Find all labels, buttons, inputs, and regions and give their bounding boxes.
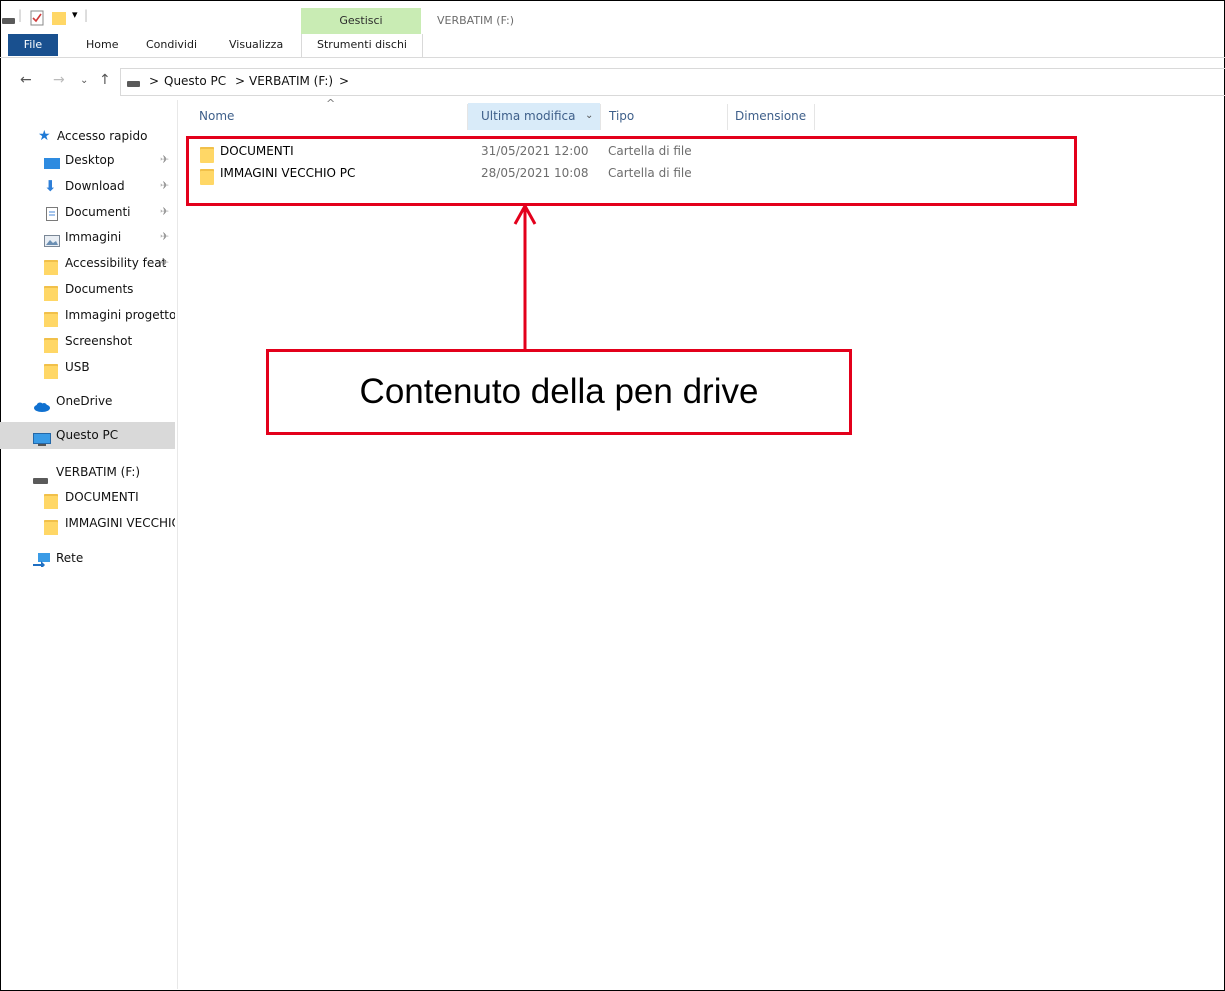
column-separator[interactable] xyxy=(727,104,728,130)
column-dropdown-icon[interactable]: ⌄ xyxy=(585,102,593,130)
sidebar-item-documenti[interactable]: Documenti ✈ xyxy=(0,200,175,224)
sidebar-item-label: USB xyxy=(65,360,90,374)
sidebar-item-download[interactable]: ⬇ Download ✈ xyxy=(0,174,175,198)
sidebar-item-documents[interactable]: Documents xyxy=(0,277,175,301)
column-separator[interactable] xyxy=(467,104,468,130)
sidebar-item-onedrive[interactable]: OneDrive xyxy=(0,389,175,413)
drive-icon xyxy=(33,469,49,484)
up-icon[interactable]: ↑ xyxy=(99,72,111,88)
sidebar-item-immagini-progetto[interactable]: Immagini progetto xyxy=(0,303,175,327)
highlight-rectangle xyxy=(186,136,1077,206)
computer-icon xyxy=(33,429,51,449)
address-bar-row: ← → ⌄ ↑ > Questo PC > VERBATIM (F:) > xyxy=(0,62,1225,100)
sidebar-item-network[interactable]: Rete xyxy=(0,546,175,570)
annotation-callout: Contenuto della pen drive xyxy=(266,349,852,435)
new-folder-icon[interactable] xyxy=(52,10,66,29)
column-header-name[interactable]: Nome xyxy=(199,102,234,130)
tab-file[interactable]: File xyxy=(8,34,58,56)
pin-icon[interactable]: ✈ xyxy=(160,251,169,275)
pin-icon[interactable]: ✈ xyxy=(160,174,169,198)
breadcrumb-drive[interactable]: VERBATIM (F:) xyxy=(249,74,333,88)
star-icon: ★ xyxy=(38,128,51,144)
folder-icon xyxy=(44,359,58,379)
folder-icon xyxy=(44,255,58,275)
navigation-pane: ★ Accesso rapido Desktop ✈ ⬇ Download ✈ … xyxy=(0,100,175,989)
sidebar-item-label: VERBATIM (F:) xyxy=(56,465,141,479)
sidebar-item-label: Immagini xyxy=(65,230,122,244)
tab-home[interactable]: Home xyxy=(86,34,118,56)
pictures-icon xyxy=(44,231,60,249)
sidebar-item-label: DOCUMENTI xyxy=(65,490,139,504)
properties-icon[interactable] xyxy=(30,10,44,29)
folder-icon xyxy=(44,515,58,535)
separator: | xyxy=(18,8,23,22)
sidebar-item-drive-documenti[interactable]: DOCUMENTI xyxy=(0,485,175,509)
network-icon xyxy=(33,551,51,570)
breadcrumb-this-pc[interactable]: Questo PC xyxy=(164,74,226,88)
breadcrumb-separator[interactable]: > xyxy=(235,74,245,88)
breadcrumb-separator[interactable]: > xyxy=(149,74,159,88)
pane-divider[interactable] xyxy=(177,100,178,989)
pin-icon[interactable]: ✈ xyxy=(160,148,169,172)
breadcrumb-separator[interactable]: > xyxy=(339,74,349,88)
tab-drive-tools[interactable]: Strumenti dischi xyxy=(301,34,423,57)
sidebar-item-label: Questo PC xyxy=(56,428,119,442)
folder-icon xyxy=(44,333,58,353)
sidebar-item-accessibility[interactable]: Accessibility feat ✈ xyxy=(0,251,175,275)
separator: | xyxy=(84,8,89,22)
ribbon-tabs: File Home Condividi Visualizza Strumenti… xyxy=(0,34,1225,57)
sidebar-item-label: IMMAGINI VECCHIO xyxy=(65,516,175,530)
cloud-icon xyxy=(33,396,51,413)
tab-share[interactable]: Condividi xyxy=(146,34,197,56)
sidebar-item-quick-access[interactable]: ★ Accesso rapido xyxy=(0,124,175,148)
drive-icon[interactable] xyxy=(2,14,16,28)
documents-icon xyxy=(46,205,58,224)
customize-toolbar-icon[interactable]: ▾ xyxy=(72,8,78,21)
column-header-size[interactable]: Dimensione xyxy=(735,102,806,130)
sidebar-item-drive-immagini[interactable]: IMMAGINI VECCHIO xyxy=(0,511,175,535)
back-icon[interactable]: ← xyxy=(20,72,32,88)
pin-icon[interactable]: ✈ xyxy=(160,200,169,224)
sidebar-item-label: Documenti xyxy=(65,205,131,219)
forward-icon[interactable]: → xyxy=(53,72,65,88)
sidebar-item-label: Screenshot xyxy=(65,334,133,348)
sidebar-item-immagini[interactable]: Immagini ✈ xyxy=(0,225,175,249)
drive-crumb-icon[interactable] xyxy=(127,77,141,91)
window-title: VERBATIM (F:) xyxy=(437,14,515,27)
column-separator[interactable] xyxy=(600,104,601,130)
folder-icon xyxy=(44,281,58,301)
sidebar-item-usb[interactable]: USB xyxy=(0,355,175,379)
annotation-arrow xyxy=(513,202,537,352)
sidebar-item-label: Download xyxy=(65,179,125,193)
recent-locations-icon[interactable]: ⌄ xyxy=(80,75,88,86)
pin-icon[interactable]: ✈ xyxy=(160,225,169,249)
column-header-type[interactable]: Tipo xyxy=(609,102,634,130)
tab-view[interactable]: Visualizza xyxy=(229,34,283,56)
ribbon-divider xyxy=(0,57,1225,58)
column-separator[interactable] xyxy=(814,104,815,130)
sort-up-icon: ^ xyxy=(326,97,336,110)
sidebar-item-label: Rete xyxy=(56,551,84,565)
sidebar-item-label: Documents xyxy=(65,282,134,296)
sidebar-item-desktop[interactable]: Desktop ✈ xyxy=(0,148,175,172)
sidebar-item-label: Accesso rapido xyxy=(57,129,148,143)
sidebar-item-drive[interactable]: VERBATIM (F:) xyxy=(0,460,175,484)
sidebar-item-label: Accessibility feat xyxy=(65,256,167,270)
sidebar-item-label: OneDrive xyxy=(56,394,113,408)
desktop-icon xyxy=(44,154,60,172)
sidebar-item-label: Desktop xyxy=(65,153,115,167)
folder-icon xyxy=(44,489,58,509)
column-header-modified[interactable]: Ultima modifica xyxy=(481,102,576,130)
download-icon: ⬇ xyxy=(44,177,57,195)
context-tab-group: Gestisci xyxy=(301,8,421,34)
sidebar-item-this-pc[interactable]: Questo PC xyxy=(0,422,175,449)
sidebar-item-screenshot[interactable]: Screenshot xyxy=(0,329,175,353)
quick-access-toolbar: | ▾ | xyxy=(0,8,300,26)
sidebar-item-label: Immagini progetto xyxy=(65,308,175,322)
folder-icon xyxy=(44,307,58,327)
